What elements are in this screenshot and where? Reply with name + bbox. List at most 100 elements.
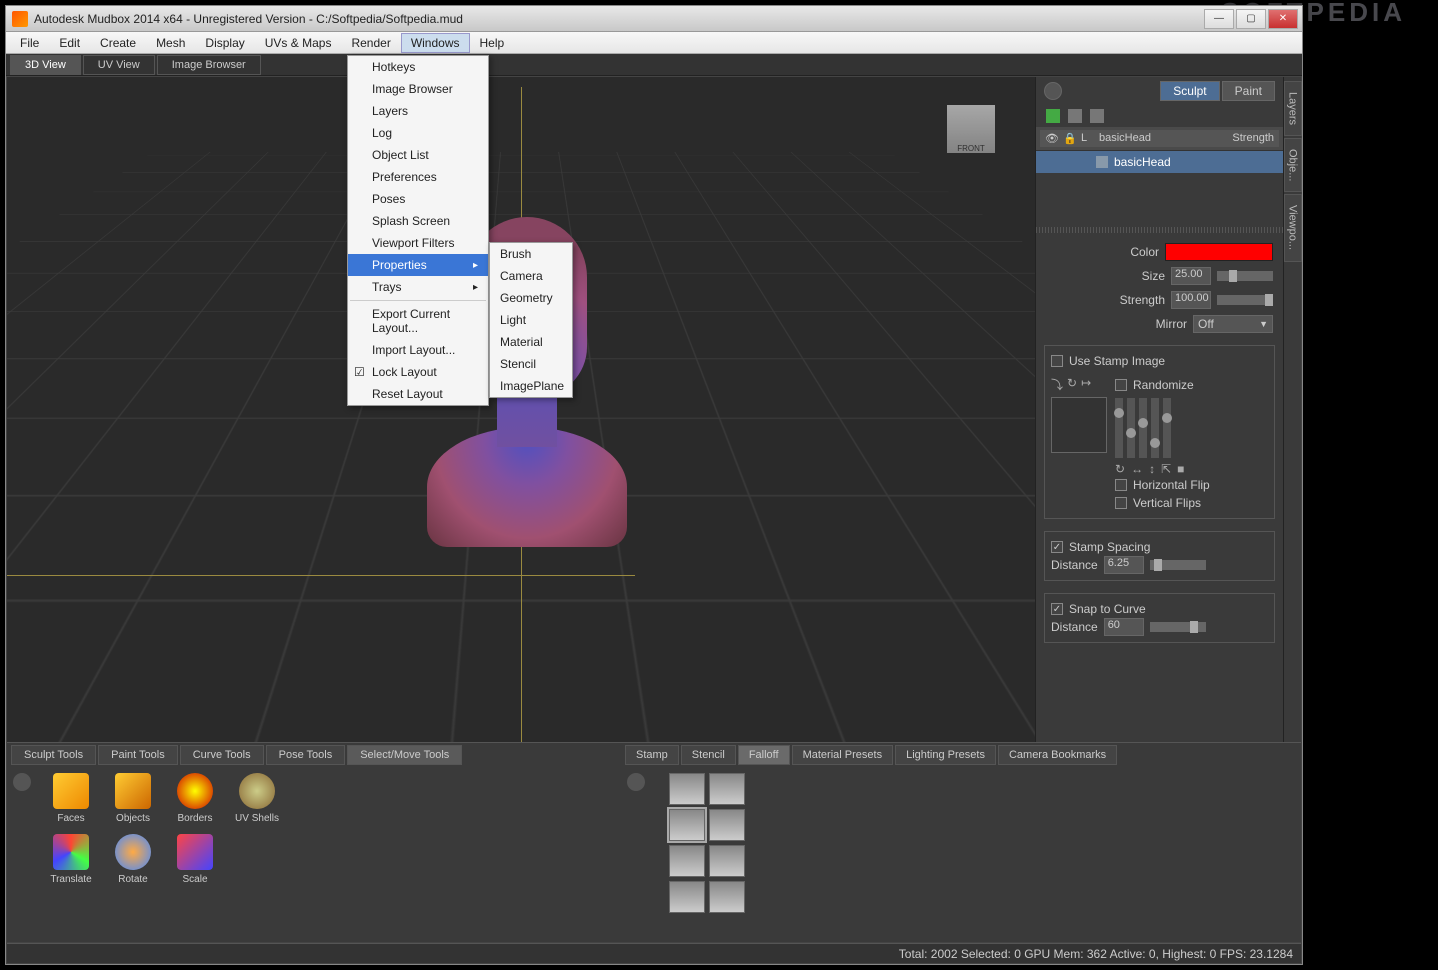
- submenu-camera[interactable]: Camera: [490, 265, 572, 287]
- menu-create[interactable]: Create: [90, 33, 146, 53]
- spacing-dist-input[interactable]: 6.25: [1104, 556, 1144, 574]
- menu-trays[interactable]: Trays▸: [348, 276, 488, 298]
- mode-paint[interactable]: Paint: [1222, 81, 1275, 101]
- viewtab-image-browser[interactable]: Image Browser: [157, 55, 261, 75]
- stamp-export-icon[interactable]: ↦: [1081, 376, 1091, 393]
- snap-dist-input[interactable]: 60: [1104, 618, 1144, 636]
- mirror-select[interactable]: Off▼: [1193, 315, 1273, 333]
- stop-icon[interactable]: ■: [1177, 462, 1184, 476]
- menu-render[interactable]: Render: [341, 33, 400, 53]
- export-icon[interactable]: ⇱: [1161, 462, 1171, 476]
- viewtab-uv[interactable]: UV View: [83, 55, 155, 75]
- tool-objects[interactable]: Objects: [109, 773, 157, 824]
- menu-object-list[interactable]: Object List: [348, 144, 488, 166]
- tool-uv-shells[interactable]: UV Shells: [233, 773, 281, 824]
- size-slider[interactable]: [1217, 271, 1273, 281]
- tab-curve-tools[interactable]: Curve Tools: [180, 745, 264, 765]
- submenu-geometry[interactable]: Geometry: [490, 287, 572, 309]
- menu-preferences[interactable]: Preferences: [348, 166, 488, 188]
- flip-v-icon[interactable]: ↕: [1149, 462, 1155, 476]
- ptab-material[interactable]: Material Presets: [792, 745, 893, 765]
- strength-slider[interactable]: [1217, 295, 1273, 305]
- menu-viewport-filters[interactable]: Viewport Filters: [348, 232, 488, 254]
- ptab-camera[interactable]: Camera Bookmarks: [998, 745, 1117, 765]
- submenu-material[interactable]: Material: [490, 331, 572, 353]
- color-swatch[interactable]: [1165, 243, 1273, 261]
- submenu-stencil[interactable]: Stencil: [490, 353, 572, 375]
- falloff-preset[interactable]: [669, 881, 705, 913]
- layer-col-l[interactable]: L: [1076, 130, 1094, 147]
- layer-col-strength[interactable]: Strength: [1227, 130, 1279, 147]
- sidetab-viewport[interactable]: Viewpo...: [1284, 194, 1302, 261]
- use-stamp-check[interactable]: [1051, 355, 1063, 367]
- hflip-check[interactable]: [1115, 479, 1127, 491]
- rand-slider-5[interactable]: [1163, 398, 1171, 458]
- menu-properties[interactable]: Properties▸: [348, 254, 488, 276]
- menu-hotkeys[interactable]: Hotkeys: [348, 56, 488, 78]
- falloff-preset[interactable]: [709, 881, 745, 913]
- menu-lock-layout[interactable]: ☑Lock Layout: [348, 361, 488, 383]
- tab-select-move-tools[interactable]: Select/Move Tools: [347, 745, 462, 765]
- rand-slider-4[interactable]: [1151, 398, 1159, 458]
- divider[interactable]: [1036, 227, 1283, 233]
- ptab-stamp[interactable]: Stamp: [625, 745, 679, 765]
- menu-import-layout[interactable]: Import Layout...: [348, 339, 488, 361]
- rand-slider-1[interactable]: [1115, 398, 1123, 458]
- falloff-preset[interactable]: [669, 773, 705, 805]
- tab-pose-tools[interactable]: Pose Tools: [266, 745, 346, 765]
- submenu-imageplane[interactable]: ImagePlane: [490, 375, 572, 397]
- viewcube[interactable]: FRONT: [947, 105, 995, 153]
- new-layer-icon[interactable]: [1046, 109, 1060, 123]
- tool-rotate[interactable]: Rotate: [109, 834, 157, 885]
- tool-translate[interactable]: Translate: [47, 834, 95, 885]
- tab-paint-tools[interactable]: Paint Tools: [98, 745, 178, 765]
- layer-row[interactable]: basicHead: [1036, 151, 1283, 173]
- falloff-preset[interactable]: [709, 809, 745, 841]
- menu-splash[interactable]: Splash Screen: [348, 210, 488, 232]
- snap-slider[interactable]: [1150, 622, 1206, 632]
- minimize-button[interactable]: —: [1204, 9, 1234, 29]
- stamp-preview[interactable]: [1051, 397, 1107, 453]
- layer-col-vis[interactable]: 👁: [1040, 130, 1058, 147]
- layer-col-lock[interactable]: 🔒: [1058, 130, 1076, 147]
- menu-export-layout[interactable]: Export Current Layout...: [348, 303, 488, 339]
- rand-slider-3[interactable]: [1139, 398, 1147, 458]
- tool-borders[interactable]: Borders: [171, 773, 219, 824]
- ptab-falloff[interactable]: Falloff: [738, 745, 790, 765]
- randomize-check[interactable]: [1115, 379, 1127, 391]
- sidetab-object[interactable]: Obje...: [1284, 138, 1302, 192]
- flip-h-icon[interactable]: ↔: [1131, 462, 1143, 476]
- stamp-spacing-check[interactable]: ✓: [1051, 541, 1063, 553]
- viewtab-3d[interactable]: 3D View: [10, 55, 81, 75]
- menu-display[interactable]: Display: [195, 33, 254, 53]
- rand-slider-2[interactable]: [1127, 398, 1135, 458]
- spacing-slider[interactable]: [1150, 560, 1206, 570]
- sidetab-layers[interactable]: Layers: [1284, 81, 1302, 136]
- submenu-light[interactable]: Light: [490, 309, 572, 331]
- tool-expand-icon[interactable]: [13, 773, 31, 791]
- close-button[interactable]: ✕: [1268, 9, 1298, 29]
- falloff-preset[interactable]: [709, 773, 745, 805]
- menu-mesh[interactable]: Mesh: [146, 33, 195, 53]
- menu-layers[interactable]: Layers: [348, 100, 488, 122]
- menu-help[interactable]: Help: [470, 33, 515, 53]
- rotate-icon[interactable]: ↻: [1115, 462, 1125, 476]
- size-input[interactable]: 25.00: [1171, 267, 1211, 285]
- ptab-stencil[interactable]: Stencil: [681, 745, 736, 765]
- maximize-button[interactable]: ▢: [1236, 9, 1266, 29]
- menu-edit[interactable]: Edit: [49, 33, 90, 53]
- panel-expand-icon[interactable]: [1044, 82, 1062, 100]
- delete-layer-icon[interactable]: [1068, 109, 1082, 123]
- ptab-lighting[interactable]: Lighting Presets: [895, 745, 996, 765]
- merge-layer-icon[interactable]: [1090, 109, 1104, 123]
- layer-col-name[interactable]: basicHead: [1094, 130, 1227, 147]
- menu-poses[interactable]: Poses: [348, 188, 488, 210]
- menu-image-browser[interactable]: Image Browser: [348, 78, 488, 100]
- tab-sculpt-tools[interactable]: Sculpt Tools: [11, 745, 96, 765]
- menu-file[interactable]: File: [10, 33, 49, 53]
- menu-uvs-maps[interactable]: UVs & Maps: [255, 33, 342, 53]
- strength-input[interactable]: 100.00: [1171, 291, 1211, 309]
- menu-log[interactable]: Log: [348, 122, 488, 144]
- submenu-brush[interactable]: Brush: [490, 243, 572, 265]
- stamp-reset-icon[interactable]: ↻: [1067, 376, 1077, 393]
